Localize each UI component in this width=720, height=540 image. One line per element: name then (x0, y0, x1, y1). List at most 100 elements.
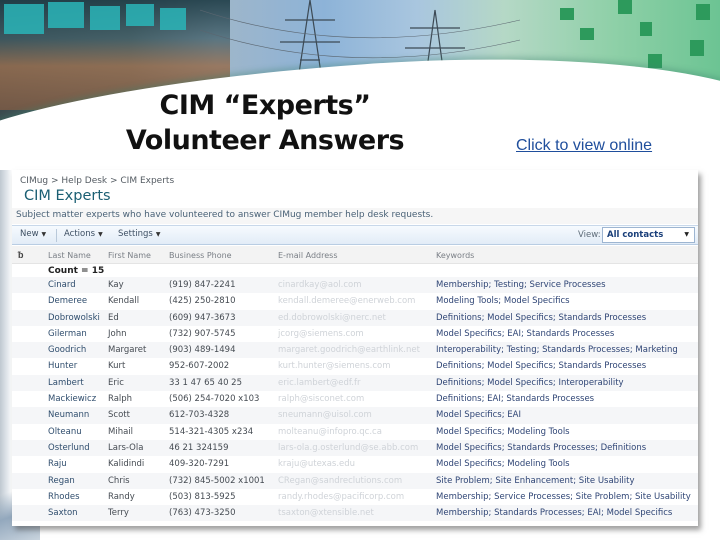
cell-last-name[interactable]: Raju (48, 459, 67, 469)
cell-last-name[interactable]: Regan (48, 476, 75, 486)
cell-business-phone: (425) 250-2810 (169, 296, 236, 307)
table-row[interactable]: Lambert Eric 33 1 47 65 40 25 eric.lambert@… (12, 374, 698, 392)
new-menu-button[interactable]: New ▼ (20, 229, 46, 239)
cell-first-name: John (108, 328, 127, 339)
cell-email[interactable]: kurt.hunter@siemens.com (278, 361, 391, 371)
sharepoint-list-panel: CIMug > Help Desk > CIM Experts CIM Expe… (12, 170, 698, 526)
column-header-business-phone[interactable]: Business Phone (169, 251, 232, 260)
cell-email[interactable]: lars-ola.g.osterlund@se.abb.com (278, 443, 418, 453)
cell-business-phone: 409-320-7291 (169, 459, 230, 470)
cell-keywords: Model Specifics; EAI; Standards Processe… (436, 328, 615, 339)
table-row[interactable]: Neumann Scott 612-703-4328 sneumann@uisol.c… (12, 407, 698, 424)
cell-keywords: Model Specifics; Modeling Tools (436, 426, 570, 437)
cell-first-name: Lars-Ola (108, 442, 144, 453)
cell-email[interactable]: ralph@sisconet.com (278, 394, 364, 404)
cell-last-name[interactable]: Saxton (48, 508, 78, 518)
table-row[interactable]: Hunter Kurt 952-607-2002 kurt.hunter@siemen… (12, 358, 698, 374)
view-selector[interactable]: All contacts ▼ (602, 227, 695, 243)
cell-business-phone: (903) 489-1494 (169, 345, 236, 356)
cell-keywords: Membership; Testing; Service Processes (436, 280, 606, 290)
cell-last-name[interactable]: Goodrich (48, 345, 86, 355)
list-toolbar: New ▼ Actions ▼ Settings ▼ View: All con… (12, 225, 698, 245)
cell-first-name: Chris (108, 475, 130, 486)
cell-email[interactable]: CRegan@sandreclutions.com (278, 476, 402, 486)
cell-business-phone: 952-607-2002 (169, 361, 230, 372)
cell-last-name[interactable]: Demeree (48, 296, 87, 306)
cell-email[interactable]: jcorg@siemens.com (278, 329, 364, 339)
cell-last-name[interactable]: Olteanu (48, 427, 82, 437)
column-header-keywords[interactable]: Keywords (436, 251, 474, 260)
cell-business-phone: (609) 947-3673 (169, 312, 236, 323)
cell-first-name: Kay (108, 280, 124, 290)
cell-email[interactable]: kendall.demeree@enerweb.com (278, 296, 415, 306)
list-column-headers: ᵬ Last Name First Name Business Phone E-… (12, 246, 698, 264)
table-row[interactable]: Dobrowolski Ed (609) 947-3673 ed.dobrowolsk… (12, 309, 698, 326)
cell-first-name: Margaret (108, 345, 147, 356)
cell-email[interactable]: sneumann@uisol.com (278, 410, 372, 420)
cell-email[interactable]: ed.dobrowolski@nerc.net (278, 313, 386, 323)
cell-email[interactable]: kraju@utexas.edu (278, 459, 355, 469)
cell-keywords: Definitions; Model Specifics; Standards … (436, 361, 647, 372)
cell-keywords: Definitions; Model Specifics; Interopera… (436, 377, 624, 388)
table-row[interactable]: Saxton Terry (763) 473-3250 tsaxton@xtensib… (12, 505, 698, 522)
breadcrumb[interactable]: CIMug > Help Desk > CIM Experts (20, 176, 174, 186)
table-row[interactable]: Raju Kalidindi 409-320-7291 kraju@utexas.ed… (12, 456, 698, 472)
cell-business-phone: (763) 473-3250 (169, 508, 236, 519)
page-title: CIM Experts (24, 188, 111, 204)
cell-business-phone: 612-703-4328 (169, 410, 230, 421)
cell-keywords: Definitions; Model Specifics; Standards … (436, 312, 647, 323)
paperclip-icon[interactable]: ᵬ (18, 250, 24, 261)
actions-menu-button[interactable]: Actions ▼ (64, 229, 103, 239)
cell-last-name[interactable]: Osterlund (48, 443, 90, 453)
cell-last-name[interactable]: Rhodes (48, 492, 80, 502)
table-row[interactable]: Goodrich Margaret (903) 489-1494 margaret.g… (12, 342, 698, 359)
column-header-first-name[interactable]: First Name (108, 251, 151, 260)
cell-last-name[interactable]: Cinard (48, 280, 76, 290)
cell-last-name[interactable]: Lambert (48, 378, 84, 388)
cell-last-name[interactable]: Hunter (48, 361, 77, 371)
item-count: Count = 15 (48, 266, 105, 276)
table-row[interactable]: Osterlund Lars-Ola 46 21 324159 lars-ola.g.… (12, 439, 698, 457)
cell-first-name: Mihail (108, 426, 134, 437)
cell-email[interactable]: eric.lambert@edf.fr (278, 378, 360, 388)
column-header-email[interactable]: E-mail Address (278, 251, 337, 260)
cell-email[interactable]: randy.rhodes@pacificorp.com (278, 492, 404, 502)
cell-first-name: Kalidindi (108, 459, 145, 470)
cell-last-name[interactable]: Gilerman (48, 329, 87, 339)
cell-email[interactable]: tsaxton@xtensible.net (278, 508, 374, 518)
settings-menu-button[interactable]: Settings ▼ (118, 229, 161, 239)
table-row[interactable]: Demeree Kendall (425) 250-2810 kendall.deme… (12, 293, 698, 309)
cell-business-phone: (732) 845-5002 x1001 (169, 475, 265, 486)
contacts-list: Cinard Kay (919) 847-2241 cinardkay@aol.com… (12, 277, 698, 522)
actions-label: Actions (64, 229, 96, 239)
column-header-last-name[interactable]: Last Name (48, 251, 91, 260)
view-online-link[interactable]: Click to view online (516, 137, 652, 155)
cell-business-phone: 514-321-4305 x234 (169, 426, 254, 437)
cell-keywords: Membership; Service Processes; Site Prob… (436, 491, 691, 502)
slide-title-line2: Volunteer Answers (125, 125, 405, 156)
dropdown-arrow-icon: ▼ (155, 230, 161, 238)
cell-keywords: Model Specifics; Standards Processes; De… (436, 442, 647, 453)
cell-last-name[interactable]: Mackiewicz (48, 394, 96, 404)
table-row[interactable]: Mackiewicz Ralph (506) 254-7020 x103 ralph@… (12, 391, 698, 407)
table-row[interactable]: Cinard Kay (919) 847-2241 cinardkay@aol.com… (12, 277, 698, 294)
cell-email[interactable]: cinardkay@aol.com (278, 280, 362, 290)
cell-email[interactable]: margaret.goodrich@earthlink.net (278, 345, 420, 355)
cell-first-name: Randy (108, 491, 135, 502)
cell-first-name: Terry (108, 508, 129, 519)
table-row[interactable]: Gilerman John (732) 907-5745 jcorg@siemens.… (12, 326, 698, 342)
table-row[interactable]: Olteanu Mihail 514-321-4305 x234 molteanu@i… (12, 424, 698, 440)
cell-business-phone: (732) 907-5745 (169, 328, 236, 339)
table-row[interactable]: Regan Chris (732) 845-5002 x1001 CRegan@san… (12, 472, 698, 489)
cell-last-name[interactable]: Neumann (48, 410, 89, 420)
cell-last-name[interactable]: Dobrowolski (48, 313, 100, 323)
table-row[interactable]: Rhodes Randy (503) 813-5925 randy.rhodes@pa… (12, 489, 698, 505)
cell-email[interactable]: molteanu@infopro.qc.ca (278, 427, 382, 437)
cell-business-phone: (503) 813-5925 (169, 491, 236, 502)
cell-first-name: Kendall (108, 296, 140, 307)
cell-keywords: Model Specifics; EAI (436, 410, 521, 421)
cell-keywords: Site Problem; Site Enhancement; Site Usa… (436, 475, 635, 486)
cell-keywords: Definitions; EAI; Standards Processes (436, 394, 595, 405)
cell-keywords: Membership; Standards Processes; EAI; Mo… (436, 508, 673, 519)
slide-title-line1: CIM “Experts” (159, 90, 371, 121)
